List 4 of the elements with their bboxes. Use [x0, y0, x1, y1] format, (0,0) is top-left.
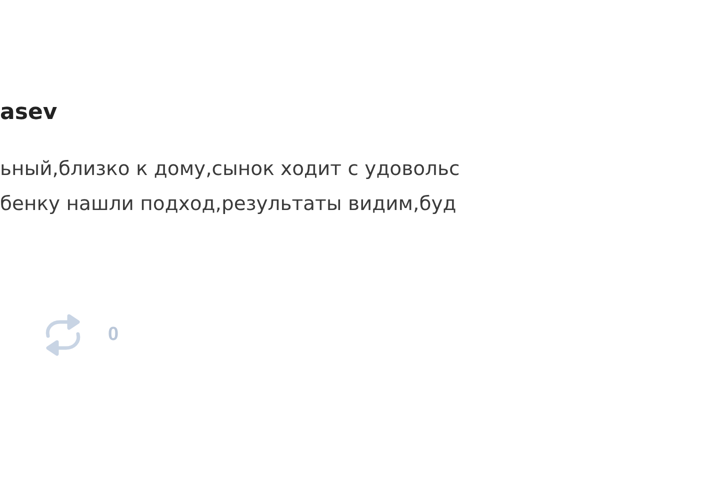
author-name: asev [0, 99, 58, 127]
repost-count: 0 [108, 324, 119, 346]
post-text: ьный,близко к дому,сынок ходит с удовольс [0, 156, 460, 181]
post-text: бенку нашли подход,результаты видим,буд [0, 191, 456, 216]
